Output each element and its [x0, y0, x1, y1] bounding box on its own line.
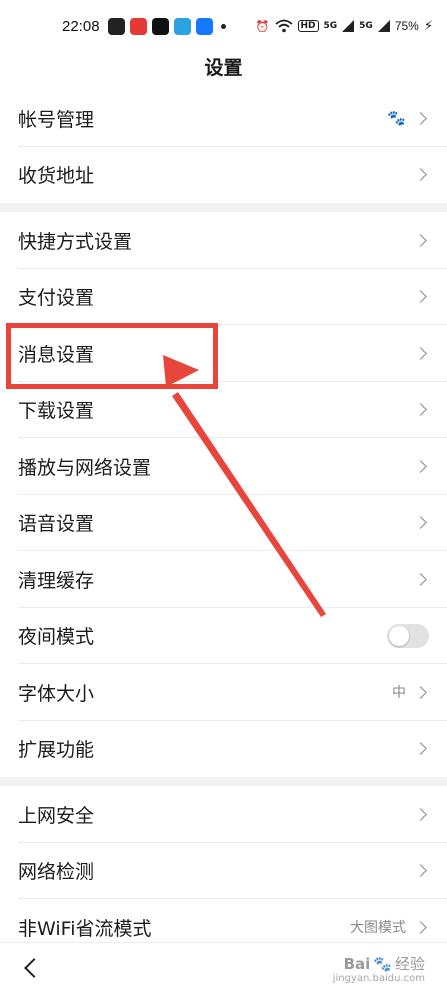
- settings-row-night[interactable]: 夜间模式: [0, 608, 447, 665]
- settings-row-accessory: 中: [392, 682, 429, 702]
- status-right: ⏰ HD 5G 5G 75% ⚡: [256, 19, 433, 34]
- alipay-icon: [195, 17, 213, 35]
- settings-row-accessory: [414, 346, 429, 360]
- settings-row-accessory: 大图模式: [350, 917, 429, 937]
- chevron-right-icon: [414, 346, 427, 360]
- settings-row-label: 支付设置: [18, 287, 95, 310]
- chevron-right-icon: [414, 807, 427, 821]
- chevron-right-icon: [414, 111, 427, 125]
- chevron-right-icon: [414, 290, 427, 304]
- alarm-icon: ⏰: [255, 19, 270, 33]
- chevron-right-icon: [414, 572, 427, 586]
- night-mode-toggle[interactable]: [387, 623, 429, 648]
- chevron-right-icon: [414, 864, 427, 878]
- settings-row-accessory: [414, 168, 429, 182]
- chevron-right-icon: [414, 685, 427, 699]
- settings-row-voice[interactable]: 语音设置: [0, 495, 447, 552]
- settings-row-value: 中: [392, 685, 406, 702]
- more-notifications-dot: [220, 23, 226, 29]
- settings-row-label: 帐号管理: [18, 108, 95, 131]
- settings-row-message[interactable]: 消息设置: [0, 325, 447, 382]
- charging-icon: ⚡: [423, 18, 433, 34]
- app-2-icon: [129, 17, 147, 35]
- group-divider: [0, 777, 447, 786]
- chevron-right-icon: [414, 233, 427, 247]
- group-divider: [0, 203, 447, 212]
- settings-list: 帐号管理 🐾 收货地址快捷方式设置 支付设置消息设置下载设置播放与网络设置 语音设置清理…: [0, 90, 447, 956]
- chevron-right-icon: [414, 742, 427, 756]
- settings-row-label: 收货地址: [18, 165, 95, 188]
- app-1-icon: [107, 17, 125, 35]
- wifi-icon: [274, 19, 293, 33]
- watermark-text: Bai: [343, 954, 371, 973]
- settings-row-accessory: [414, 290, 429, 304]
- settings-row-accessory: [414, 572, 429, 586]
- settings-row-accessory: [414, 403, 429, 417]
- settings-row-label: 上网安全: [18, 804, 95, 827]
- settings-row-label: 网络检测: [18, 861, 95, 884]
- settings-row-accessory: [414, 459, 429, 473]
- page-title: 设置: [204, 57, 243, 79]
- notification-app-icons: [107, 17, 213, 35]
- settings-row-value: 大图模式: [350, 920, 406, 937]
- settings-row-shortcut[interactable]: 快捷方式设置: [0, 212, 447, 269]
- settings-row-security[interactable]: 上网安全: [0, 786, 447, 843]
- settings-row-label: 下载设置: [18, 400, 95, 423]
- settings-row-cache[interactable]: 清理缓存: [0, 551, 447, 608]
- settings-row-label: 清理缓存: [18, 569, 95, 592]
- settings-row-font[interactable]: 字体大小 中: [0, 664, 447, 721]
- watermark-suffix: 经验: [394, 955, 425, 973]
- chevron-right-icon: [414, 459, 427, 473]
- settings-row-extension[interactable]: 扩展功能: [0, 721, 447, 778]
- signal-bars-1-icon: [342, 20, 355, 32]
- chevron-right-icon: [414, 168, 427, 182]
- settings-row-label: 语音设置: [18, 513, 95, 536]
- chevron-right-icon: [414, 516, 427, 530]
- settings-row-accessory: [414, 864, 429, 878]
- status-bar: 22:08 ⏰ HD 5G 5G 75% ⚡: [0, 0, 447, 52]
- toggle-knob: [389, 625, 409, 646]
- telegram-icon: [173, 17, 191, 35]
- settings-row-label: 播放与网络设置: [18, 456, 152, 479]
- settings-row-label: 非WiFi省流模式: [18, 917, 152, 940]
- back-icon[interactable]: [24, 958, 44, 978]
- signal-1: 5G: [323, 21, 338, 31]
- chevron-right-icon: [414, 920, 427, 934]
- settings-row-accessory: [414, 807, 429, 821]
- settings-row-payment[interactable]: 支付设置: [0, 269, 447, 326]
- baidu-watermark: Bai 🐾 经验 jingyan.baidu.com: [333, 953, 425, 985]
- tiktok-icon: [151, 17, 169, 35]
- settings-row-label: 扩展功能: [18, 739, 95, 762]
- status-time: 22:08: [62, 17, 100, 35]
- signal-bars-2-icon: [377, 20, 390, 32]
- hd-badge: HD: [297, 20, 319, 32]
- chevron-right-icon: [414, 403, 427, 417]
- settings-row-accessory: [414, 233, 429, 247]
- settings-row-label: 消息设置: [18, 343, 95, 366]
- settings-row-accessory: [414, 742, 429, 756]
- settings-row-network-check[interactable]: 网络检测: [0, 843, 447, 900]
- settings-row-accessory: [414, 516, 429, 530]
- settings-row-label: 字体大小: [18, 682, 95, 705]
- watermark-paw-icon: 🐾: [373, 954, 392, 973]
- settings-row-accessory: 🐾: [387, 109, 429, 127]
- settings-row-accessory: [387, 623, 429, 648]
- settings-row-playback[interactable]: 播放与网络设置: [0, 438, 447, 495]
- signal-2: 5G: [359, 21, 373, 31]
- watermark-url: jingyan.baidu.com: [332, 973, 425, 984]
- settings-row-address[interactable]: 收货地址: [0, 147, 447, 204]
- settings-row-label: 夜间模式: [18, 626, 95, 649]
- paw-icon: 🐾: [387, 109, 406, 128]
- settings-row-label: 快捷方式设置: [18, 230, 133, 253]
- settings-row-account[interactable]: 帐号管理 🐾: [0, 90, 447, 147]
- battery-percent: 75%: [394, 19, 419, 33]
- settings-row-download[interactable]: 下载设置: [0, 382, 447, 439]
